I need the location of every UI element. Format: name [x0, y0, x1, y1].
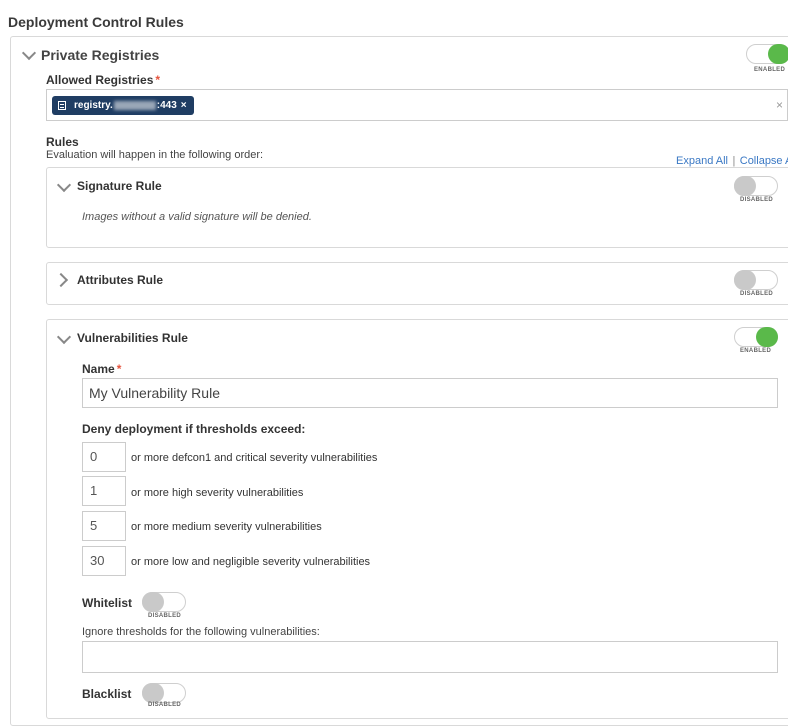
collapse-all-link[interactable]: Collapse A — [740, 155, 788, 167]
medium-threshold-input[interactable]: 5 — [82, 511, 126, 541]
registry-tag[interactable]: registry. :443 × — [52, 96, 194, 115]
low-threshold-label: or more low and negligible severity vuln… — [131, 556, 371, 568]
name-label: Name * — [82, 362, 121, 376]
signature-rule-title[interactable]: Signature Rule — [77, 179, 162, 193]
critical-threshold-label: or more defcon1 and critical severity vu… — [131, 452, 378, 464]
toggle-caption: DISABLED — [148, 702, 182, 708]
high-threshold-label: or more high severity vulnerabilities — [131, 487, 304, 499]
toggle-caption: DISABLED — [740, 197, 774, 203]
link-separator: | — [732, 155, 736, 167]
attributes-rule-toggle[interactable] — [734, 270, 778, 290]
toggle-knob — [756, 327, 778, 347]
vulnerabilities-rule-title[interactable]: Vulnerabilities Rule — [77, 331, 188, 345]
rule-name-input[interactable]: My Vulnerability Rule — [82, 378, 778, 408]
required-marker: * — [116, 362, 122, 376]
toggle-knob — [734, 176, 756, 196]
registry-icon — [58, 101, 66, 110]
private-registries-title[interactable]: Private Registries — [41, 47, 159, 63]
attributes-rule-title[interactable]: Attributes Rule — [77, 273, 163, 287]
low-threshold-input[interactable]: 30 — [82, 546, 126, 576]
signature-rule-toggle[interactable] — [734, 176, 778, 196]
medium-threshold-label: or more medium severity vulnerabilities — [131, 521, 322, 533]
ignore-thresholds-text: Ignore thresholds for the following vuln… — [82, 626, 320, 638]
toggle-caption: ENABLED — [740, 348, 772, 354]
allowed-registries-label: Allowed Registries * — [46, 73, 160, 87]
redacted-host — [113, 101, 156, 110]
whitelist-toggle[interactable] — [142, 592, 186, 612]
registry-tag-suffix: :443 — [156, 100, 177, 111]
toggle-knob — [142, 683, 164, 703]
toggle-caption: DISABLED — [740, 291, 774, 297]
page-title: Deployment Control Rules — [8, 14, 184, 30]
ignore-vulnerabilities-input[interactable] — [82, 641, 778, 673]
blacklist-label: Blacklist — [82, 687, 132, 701]
thresholds-heading: Deny deployment if thresholds exceed: — [82, 422, 306, 436]
expand-all-link[interactable]: Expand All — [676, 155, 728, 167]
toggle-knob — [734, 270, 756, 290]
remove-tag-icon[interactable]: × — [181, 100, 187, 111]
toggle-knob — [768, 44, 788, 64]
whitelist-label: Whitelist — [82, 596, 132, 610]
blacklist-toggle[interactable] — [142, 683, 186, 703]
required-marker: * — [155, 73, 161, 87]
private-registries-toggle[interactable] — [746, 44, 788, 64]
vulnerabilities-rule-toggle[interactable] — [734, 327, 778, 347]
registry-tag-prefix: registry. — [74, 100, 113, 111]
rules-subheading: Evaluation will happen in the following … — [46, 149, 264, 161]
clear-icon[interactable]: × — [776, 98, 783, 112]
rules-heading: Rules — [46, 135, 79, 149]
signature-rule-description: Images without a valid signature will be… — [82, 211, 312, 223]
high-threshold-input[interactable]: 1 — [82, 476, 126, 506]
name-label-text: Name — [82, 362, 115, 376]
critical-threshold-input[interactable]: 0 — [82, 442, 126, 472]
allowed-registries-text: Allowed Registries — [46, 73, 154, 87]
toggle-caption: DISABLED — [148, 613, 182, 619]
toggle-knob — [142, 592, 164, 612]
toggle-caption: ENABLED — [754, 67, 786, 73]
